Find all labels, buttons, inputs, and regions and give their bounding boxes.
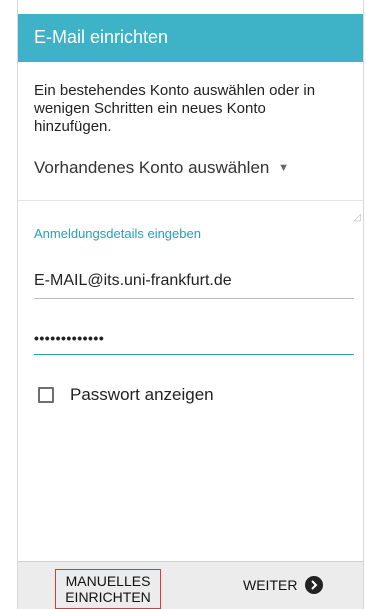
- existing-account-label: Vorhandenes Konto auswählen: [34, 158, 270, 177]
- show-password-checkbox[interactable]: [38, 387, 54, 403]
- manual-setup-label-line2: EINRICHTEN: [65, 589, 151, 605]
- triangle-down-icon: ▼: [278, 162, 289, 174]
- login-section-label: Anmeldungsdetails eingeben: [34, 226, 201, 241]
- email-value[interactable]: E-MAIL@its.uni-frankfurt.de: [34, 272, 354, 298]
- resize-handle-icon: ◿: [353, 212, 361, 223]
- manual-setup-button[interactable]: MANUELLES EINRICHTEN: [55, 569, 161, 609]
- password-underline: [34, 354, 354, 355]
- email-field[interactable]: E-MAIL@its.uni-frankfurt.de: [34, 272, 354, 299]
- bottom-action-bar: MANUELLES EINRICHTEN WEITER: [18, 561, 363, 609]
- show-password-checkbox-row[interactable]: Passwort anzeigen: [38, 385, 214, 405]
- next-button[interactable]: WEITER: [243, 576, 324, 594]
- chevron-right-circle-icon: [305, 576, 324, 594]
- intro-text: Ein bestehendes Konto auswählen oder in …: [34, 82, 316, 135]
- manual-setup-label-line1: MANUELLES: [65, 573, 151, 589]
- show-password-label: Passwort anzeigen: [70, 385, 214, 404]
- email-underline: [34, 298, 354, 299]
- app-frame: E-Mail einrichten Ein bestehendes Konto …: [17, 0, 364, 609]
- next-label: WEITER: [243, 577, 298, 593]
- existing-account-dropdown[interactable]: Vorhandenes Konto auswählen ▼: [34, 158, 289, 178]
- section-divider: [18, 200, 363, 201]
- page-title: E-Mail einrichten: [34, 27, 169, 47]
- password-field[interactable]: •••••••••••••: [34, 330, 354, 355]
- app-header: E-Mail einrichten: [18, 14, 363, 62]
- password-value[interactable]: •••••••••••••: [34, 330, 354, 354]
